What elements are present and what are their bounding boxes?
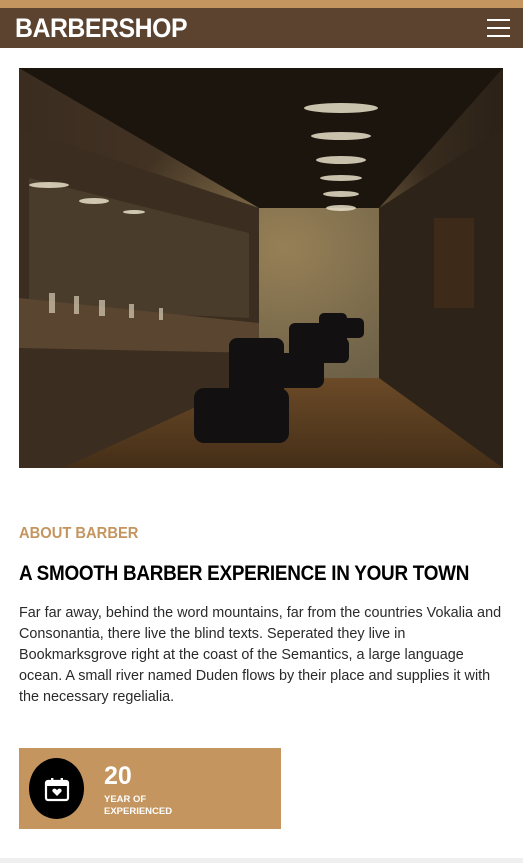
hamburger-line xyxy=(487,35,510,37)
barbershop-interior-photo xyxy=(19,68,503,468)
hamburger-menu-icon[interactable] xyxy=(487,17,513,39)
about-subheading: ABOUT BARBER xyxy=(19,525,139,542)
navbar: BARBERSHOP xyxy=(0,8,523,48)
about-body-text: Far far away, behind the word mountains,… xyxy=(19,605,502,705)
footer-divider xyxy=(0,858,523,863)
hero-illustration xyxy=(19,68,503,468)
brand-logo[interactable]: BARBERSHOP xyxy=(15,13,188,44)
experience-stat-card: 20 YEAR OF EXPERIENCED xyxy=(19,748,281,829)
calendar-heart-glyph xyxy=(44,777,69,801)
about-heading: A SMOOTH BARBER EXPERIENCE IN YOUR TOWN xyxy=(19,562,470,585)
experience-years-number: 20 xyxy=(104,762,132,790)
hamburger-line xyxy=(487,27,510,29)
top-accent-strip xyxy=(0,0,523,8)
calendar-heart-icon xyxy=(29,758,84,819)
hamburger-line xyxy=(487,19,510,21)
experience-years-label: YEAR OF EXPERIENCED xyxy=(104,794,173,817)
